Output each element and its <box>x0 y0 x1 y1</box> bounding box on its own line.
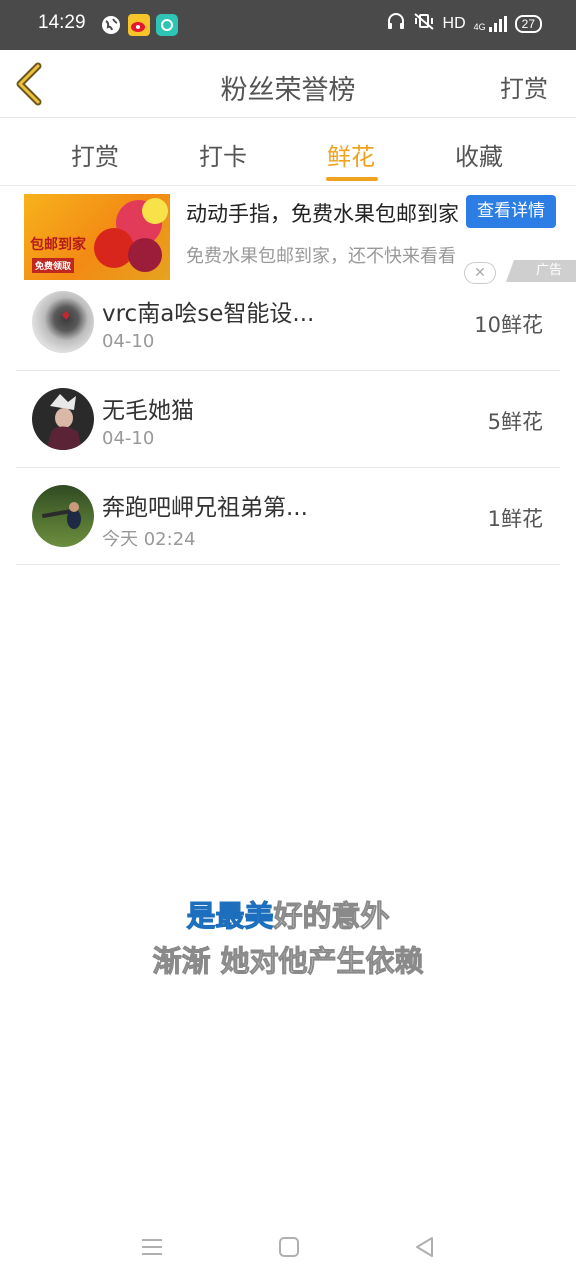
nav-back-button[interactable] <box>412 1234 438 1260</box>
ad-image[interactable]: 包邮到家 免费领取 <box>24 194 170 280</box>
flower-count: 1鲜花 <box>487 507 543 531</box>
tab-checkin[interactable]: 打卡 <box>199 137 247 172</box>
menu-button[interactable] <box>139 1234 165 1260</box>
header: 粉丝荣誉榜 打赏 <box>0 50 576 118</box>
fruit-image <box>94 228 134 268</box>
ad-image-tag: 免费领取 <box>32 258 75 273</box>
menu-icon <box>142 1239 162 1255</box>
home-button[interactable] <box>276 1234 302 1260</box>
system-nav-bar <box>0 1210 576 1280</box>
fan-date: 04-10 <box>102 428 155 449</box>
status-right: HD 4G 27 <box>387 12 542 35</box>
browser-icon <box>100 14 122 36</box>
fruit-image <box>128 238 162 272</box>
status-time: 14:29 <box>38 12 86 33</box>
fan-date: 今天 02:24 <box>102 529 196 550</box>
flower-count: 10鲜花 <box>474 313 543 337</box>
ad-subtitle: 免费水果包邮到家，还不快来看看 <box>186 246 456 267</box>
avatar[interactable] <box>32 388 94 450</box>
page-title: 粉丝荣誉榜 <box>220 75 356 106</box>
flower-count: 5鲜花 <box>487 410 543 434</box>
chat-app-icon <box>156 14 178 36</box>
weibo-icon <box>128 14 150 36</box>
list-item[interactable]: vrc南a哙se智能设... 04-10 10鲜花 <box>16 274 560 371</box>
status-bar: 14:29 HD 4G 27 <box>0 0 576 50</box>
avatar[interactable] <box>32 291 94 353</box>
fruit-image <box>142 198 168 224</box>
vibrate-off-icon <box>413 12 435 35</box>
list-item[interactable]: 奔跑吧岬兄祖弟第... 今天 02:24 1鲜花 <box>16 468 560 565</box>
lyric-highlight: 是最美 <box>186 899 274 934</box>
fan-date: 04-10 <box>102 331 155 352</box>
fan-name: vrc南a哙se智能设... <box>102 301 315 327</box>
fan-name: 无毛她猫 <box>102 398 194 424</box>
ad-details-button[interactable]: 查看详情 <box>466 195 556 228</box>
hd-icon: HD <box>442 14 466 32</box>
lyric-line-1: 是最美好的意外 <box>0 893 576 935</box>
ad-banner[interactable]: 包邮到家 免费领取 动动手指，免费水果包邮到家 免费水果包邮到家，还不快来看看 … <box>0 188 576 284</box>
tab-indicator <box>326 177 378 181</box>
ad-title[interactable]: 动动手指，免费水果包邮到家 <box>186 198 471 228</box>
reward-button[interactable]: 打赏 <box>500 69 548 104</box>
tab-favorites[interactable]: 收藏 <box>455 137 503 172</box>
tab-flowers[interactable]: 鲜花 <box>327 137 375 172</box>
headphones-icon <box>387 12 405 35</box>
fan-name: 奔跑吧岬兄祖弟第... <box>102 495 308 521</box>
home-icon <box>279 1237 299 1257</box>
signal-label: 4G <box>473 21 486 32</box>
lyric-rest: 好的意外 <box>273 899 390 934</box>
tab-reward[interactable]: 打赏 <box>71 137 119 172</box>
avatar[interactable] <box>32 485 94 547</box>
list-item[interactable]: 无毛她猫 04-10 5鲜花 <box>16 371 560 468</box>
battery-icon: 27 <box>514 14 542 33</box>
ad-image-text: 包邮到家 <box>30 237 86 253</box>
tab-bar: 打赏 打卡 鲜花 收藏 <box>0 119 576 186</box>
back-icon <box>416 1237 433 1257</box>
signal-icon: 4G <box>473 15 507 32</box>
lyric-line-2: 渐渐 她对他产生依赖 <box>152 944 424 979</box>
